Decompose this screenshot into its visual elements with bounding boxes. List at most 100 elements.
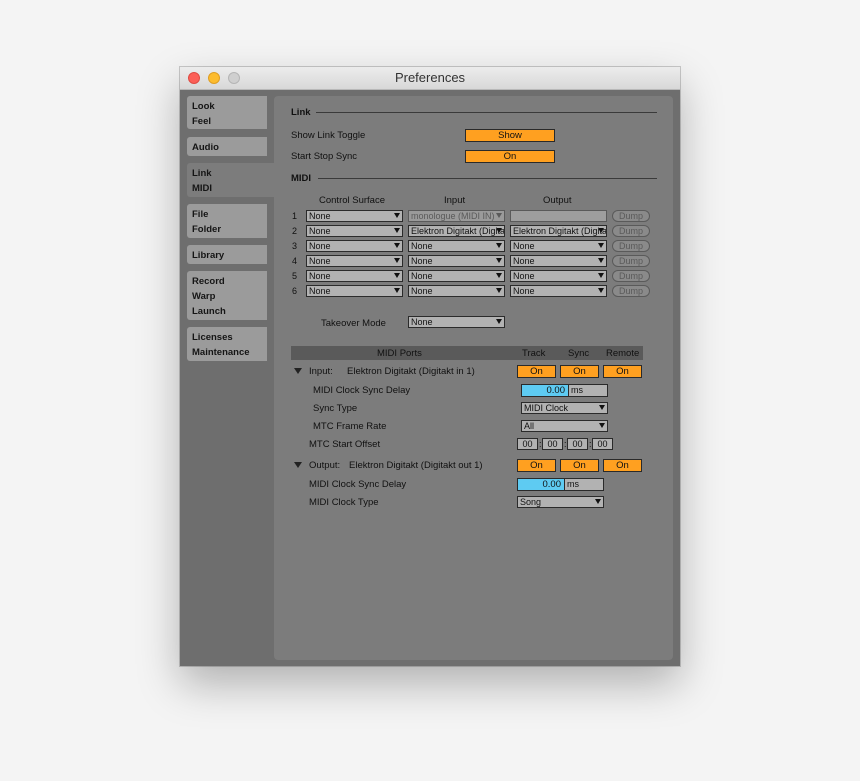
input-clock-sync-delay-unit: ms [569, 384, 608, 397]
select-value: None [513, 271, 535, 281]
tab-audio[interactable]: Audio [187, 137, 267, 156]
dump-button[interactable]: Dump [612, 225, 650, 237]
mtc-frame-rate-select[interactable]: All [521, 420, 608, 432]
dropdown-arrow-icon [394, 258, 400, 263]
tab-label: Link [192, 168, 212, 179]
mtc-start-offset-label: MTC Start Offset [309, 439, 381, 450]
tab-file-folder[interactable]: File Folder [187, 204, 267, 238]
input-select[interactable]: Elektron Digitakt (Digitakt in 1) [408, 225, 505, 237]
select-value: None [309, 226, 331, 236]
select-value: None [411, 286, 433, 296]
output-sync-toggle[interactable]: On [560, 459, 599, 472]
tab-library[interactable]: Library [187, 245, 267, 264]
control-surface-select[interactable]: None [306, 285, 403, 297]
dropdown-arrow-icon [394, 273, 400, 278]
control-surface-column-header: Control Surface [319, 195, 386, 206]
tab-link-midi[interactable]: Link MIDI [187, 163, 274, 197]
select-value: All [524, 421, 535, 431]
input-select[interactable]: monologue (MIDI IN) [408, 210, 505, 222]
output-select[interactable]: None [510, 285, 607, 297]
input-track-toggle[interactable]: On [517, 365, 556, 378]
output-clock-sync-delay-field[interactable]: 0.00 [517, 478, 565, 491]
control-surface-select[interactable]: None [306, 210, 403, 222]
takeover-mode-select[interactable]: None [408, 316, 505, 328]
output-clock-sync-delay-unit: ms [565, 478, 604, 491]
input-select[interactable]: None [408, 285, 505, 297]
tab-label: Audio [192, 142, 219, 153]
select-value: None [411, 271, 433, 281]
dropdown-arrow-icon [394, 243, 400, 248]
dropdown-arrow-icon [598, 258, 604, 263]
select-value: Song [520, 497, 542, 507]
input-select[interactable]: None [408, 255, 505, 267]
dropdown-arrow-icon [595, 499, 601, 504]
midi-clock-type-select[interactable]: Song [517, 496, 604, 508]
dump-button[interactable]: Dump [612, 270, 650, 282]
title-bar[interactable]: Preferences [180, 67, 680, 90]
tab-label: Launch [192, 306, 226, 317]
dump-button[interactable]: Dump [612, 210, 650, 222]
midi-ports-column-header: MIDI Ports [377, 348, 422, 359]
dropdown-arrow-icon [598, 273, 604, 278]
output-track-toggle[interactable]: On [517, 459, 556, 472]
input-clock-sync-delay-label: MIDI Clock Sync Delay [313, 385, 411, 396]
control-surface-select[interactable]: None [306, 255, 403, 267]
select-value: None [513, 286, 535, 296]
dropdown-arrow-icon [496, 258, 502, 263]
dropdown-arrow-icon [496, 243, 502, 248]
dropdown-arrow-icon [496, 319, 502, 324]
input-select[interactable]: None [408, 270, 505, 282]
mtc-offset-seconds[interactable]: 00 [567, 438, 588, 450]
control-surface-select[interactable]: None [306, 240, 403, 252]
control-surface-select[interactable]: None [306, 225, 403, 237]
control-surface-select[interactable]: None [306, 270, 403, 282]
output-select[interactable]: None [510, 255, 607, 267]
dropdown-arrow-icon [496, 228, 502, 233]
dropdown-arrow-icon [598, 243, 604, 248]
show-link-toggle-label: Show Link Toggle [291, 130, 366, 141]
mtc-offset-hours[interactable]: 00 [517, 438, 538, 450]
output-clock-sync-delay-label: MIDI Clock Sync Delay [309, 479, 407, 490]
output-remote-toggle[interactable]: On [603, 459, 642, 472]
dropdown-arrow-icon [394, 228, 400, 233]
dump-button[interactable]: Dump [612, 240, 650, 252]
expand-triangle-icon[interactable] [294, 462, 302, 468]
tab-label: Look [192, 101, 215, 112]
dropdown-arrow-icon [394, 288, 400, 293]
mtc-offset-minutes[interactable]: 00 [542, 438, 563, 450]
sync-column-header: Sync [568, 348, 590, 359]
remote-column-header: Remote [606, 348, 640, 359]
output-select[interactable]: None [510, 240, 607, 252]
tab-label: Feel [192, 116, 212, 127]
dump-button[interactable]: Dump [612, 285, 650, 297]
tab-label: Folder [192, 224, 222, 235]
tab-record-warp-launch[interactable]: Record Warp Launch [187, 271, 267, 320]
row-number: 1 [292, 211, 298, 221]
tab-label: Library [192, 250, 225, 261]
tab-look-feel[interactable]: Look Feel [187, 96, 267, 129]
output-select[interactable] [510, 210, 607, 222]
select-value: None [309, 286, 331, 296]
output-select[interactable]: None [510, 270, 607, 282]
input-clock-sync-delay-field[interactable]: 0.00 [521, 384, 569, 397]
tab-licenses-maintenance[interactable]: Licenses Maintenance [187, 327, 267, 361]
input-remote-toggle[interactable]: On [603, 365, 642, 378]
select-value: None [309, 256, 331, 266]
midi-clock-type-label: MIDI Clock Type [309, 497, 379, 508]
sync-type-select[interactable]: MIDI Clock [521, 402, 608, 414]
expand-triangle-icon[interactable] [294, 368, 302, 374]
select-value: None [411, 241, 433, 251]
output-select[interactable]: Elektron Digitakt (Digitakt out 1) [510, 225, 607, 237]
start-stop-sync-button[interactable]: On [465, 150, 555, 163]
input-select[interactable]: None [408, 240, 505, 252]
select-value: None [411, 317, 433, 327]
select-value: Elektron Digitakt (Digitakt out 1) [513, 226, 607, 236]
show-link-toggle-button[interactable]: Show [465, 129, 555, 142]
sync-type-label: Sync Type [313, 403, 358, 414]
dump-button[interactable]: Dump [612, 255, 650, 267]
midi-ports-header [291, 346, 643, 360]
mtc-offset-frames[interactable]: 00 [592, 438, 613, 450]
input-sync-toggle[interactable]: On [560, 365, 599, 378]
preferences-window: Preferences Look Feel Audio Link MIDI Fi… [180, 67, 680, 666]
row-number: 5 [292, 271, 298, 281]
